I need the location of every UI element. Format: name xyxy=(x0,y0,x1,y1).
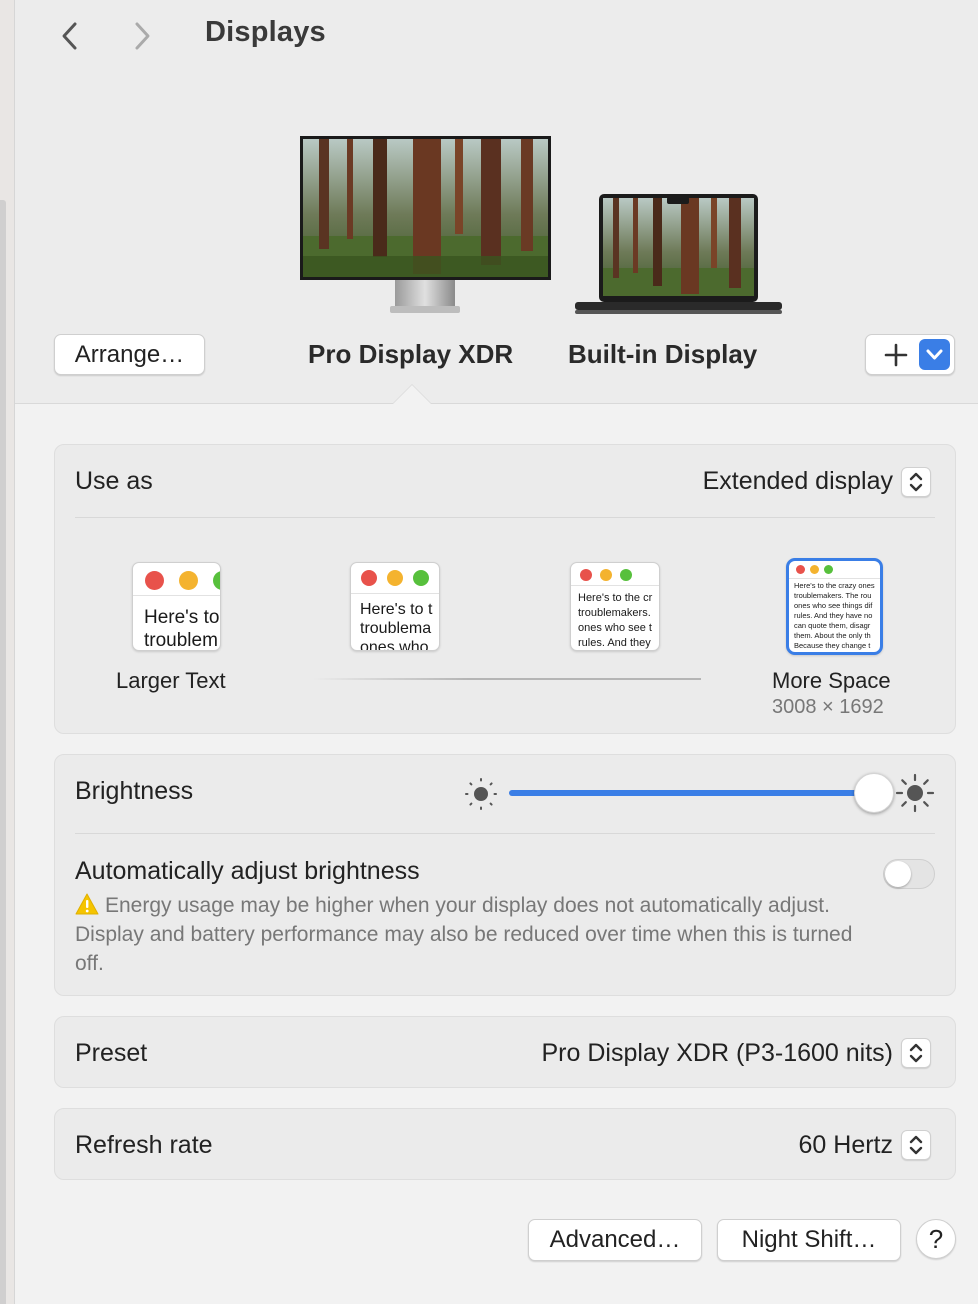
zoom-dot-icon xyxy=(413,570,429,586)
pro-display-xdr-thumbnail[interactable] xyxy=(285,136,552,316)
resolution-label-larger-text: Larger Text xyxy=(116,668,226,693)
arrange-label: Arrange… xyxy=(74,340,185,368)
minimize-dot-icon xyxy=(600,569,612,581)
refresh-rate-card: Refresh rate 60 Hertz xyxy=(54,1108,956,1180)
up-down-chevron-icon xyxy=(909,1043,923,1063)
preset-value[interactable]: Pro Display XDR (P3-1600 nits) xyxy=(541,1039,893,1068)
zoom-dot-icon xyxy=(824,565,833,574)
brightness-label: Brightness xyxy=(75,777,194,805)
refresh-rate-label: Refresh rate xyxy=(75,1131,213,1159)
thumb-sample-text: Here's to t troublema ones who xyxy=(360,601,433,651)
brightness-slider-fill xyxy=(509,790,874,796)
chevron-left-icon xyxy=(62,22,77,50)
close-dot-icon xyxy=(145,571,164,590)
plus-icon[interactable] xyxy=(881,340,911,370)
auto-brightness-description-text: Energy usage may be higher when your dis… xyxy=(75,894,853,975)
selection-pointer xyxy=(393,385,431,404)
thumb-sample-text: Here's to the cr troublemakers. ones who… xyxy=(578,592,653,649)
minimize-dot-icon xyxy=(810,565,819,574)
use-as-value[interactable]: Extended display xyxy=(703,467,893,496)
chevron-right-icon xyxy=(135,22,150,50)
page-title: Displays xyxy=(205,16,326,48)
night-shift-button[interactable]: Night Shift… xyxy=(717,1219,901,1261)
use-as-card: Use as Extended display Here's to troubl… xyxy=(54,444,956,734)
preset-card: Preset Pro Display XDR (P3-1600 nits) xyxy=(54,1016,956,1088)
arrange-button[interactable]: Arrange… xyxy=(54,334,205,375)
auto-brightness-label: Automatically adjust brightness xyxy=(75,857,420,885)
advanced-button[interactable]: Advanced… xyxy=(528,1219,702,1261)
close-dot-icon xyxy=(796,565,805,574)
thumb-sample-text: Here's to troublem xyxy=(144,607,220,651)
auto-brightness-description: Energy usage may be higher when your dis… xyxy=(75,891,855,978)
forward-button[interactable] xyxy=(127,18,157,54)
display-header: Displays Arrange… Pro Display XDR Built-… xyxy=(15,0,978,404)
resolution-option-larger-text[interactable]: Here's to troublem xyxy=(132,562,221,651)
add-display-control[interactable] xyxy=(865,334,955,375)
sun-bright-icon xyxy=(895,773,935,813)
auto-brightness-toggle[interactable] xyxy=(883,859,935,889)
display-label-built-in[interactable]: Built-in Display xyxy=(568,339,757,370)
minimize-dot-icon xyxy=(179,571,198,590)
display-label-pro-display-xdr[interactable]: Pro Display XDR xyxy=(308,339,513,370)
brightness-card: Brightness Automatically adjust brightne… xyxy=(54,754,956,996)
resolution-option-more-space[interactable]: Here's to the crazy ones troublemakers. … xyxy=(786,558,883,655)
sun-dim-icon xyxy=(465,778,497,810)
brightness-slider-knob[interactable] xyxy=(854,773,894,813)
up-down-chevron-icon xyxy=(909,1135,923,1155)
use-as-label: Use as xyxy=(75,467,153,495)
brightness-divider xyxy=(75,833,935,834)
thumb-sample-text: Here's to the crazy ones troublemakers. … xyxy=(794,581,875,650)
preset-label: Preset xyxy=(75,1039,148,1067)
toggle-knob xyxy=(885,861,911,887)
help-button[interactable]: ? xyxy=(916,1219,956,1259)
built-in-display-thumbnail[interactable] xyxy=(561,194,783,318)
help-label: ? xyxy=(928,1223,944,1254)
chevron-down-icon[interactable] xyxy=(919,339,950,370)
resolution-sublabel: 3008 × 1692 xyxy=(772,696,884,718)
sidebar-scroll-area xyxy=(0,200,6,1304)
resolution-label-more-space: More Space xyxy=(772,668,891,693)
close-dot-icon xyxy=(361,570,377,586)
sidebar-edge xyxy=(0,0,15,1304)
resolution-option-3[interactable]: Here's to the cr troublemakers. ones who… xyxy=(570,562,660,651)
minimize-dot-icon xyxy=(387,570,403,586)
warning-icon xyxy=(75,893,99,915)
zoom-dot-icon xyxy=(620,569,632,581)
refresh-rate-stepper[interactable] xyxy=(901,1130,931,1160)
use-as-stepper[interactable] xyxy=(901,467,931,497)
night-shift-label: Night Shift… xyxy=(741,1226,877,1253)
resolution-option-2[interactable]: Here's to t troublema ones who xyxy=(350,562,440,651)
use-as-divider xyxy=(75,517,935,518)
up-down-chevron-icon xyxy=(909,472,923,492)
resolution-track xyxy=(313,678,701,680)
refresh-rate-value[interactable]: 60 Hertz xyxy=(799,1131,893,1160)
back-button[interactable] xyxy=(55,18,85,54)
advanced-label: Advanced… xyxy=(549,1226,681,1253)
close-dot-icon xyxy=(580,569,592,581)
preset-stepper[interactable] xyxy=(901,1038,931,1068)
